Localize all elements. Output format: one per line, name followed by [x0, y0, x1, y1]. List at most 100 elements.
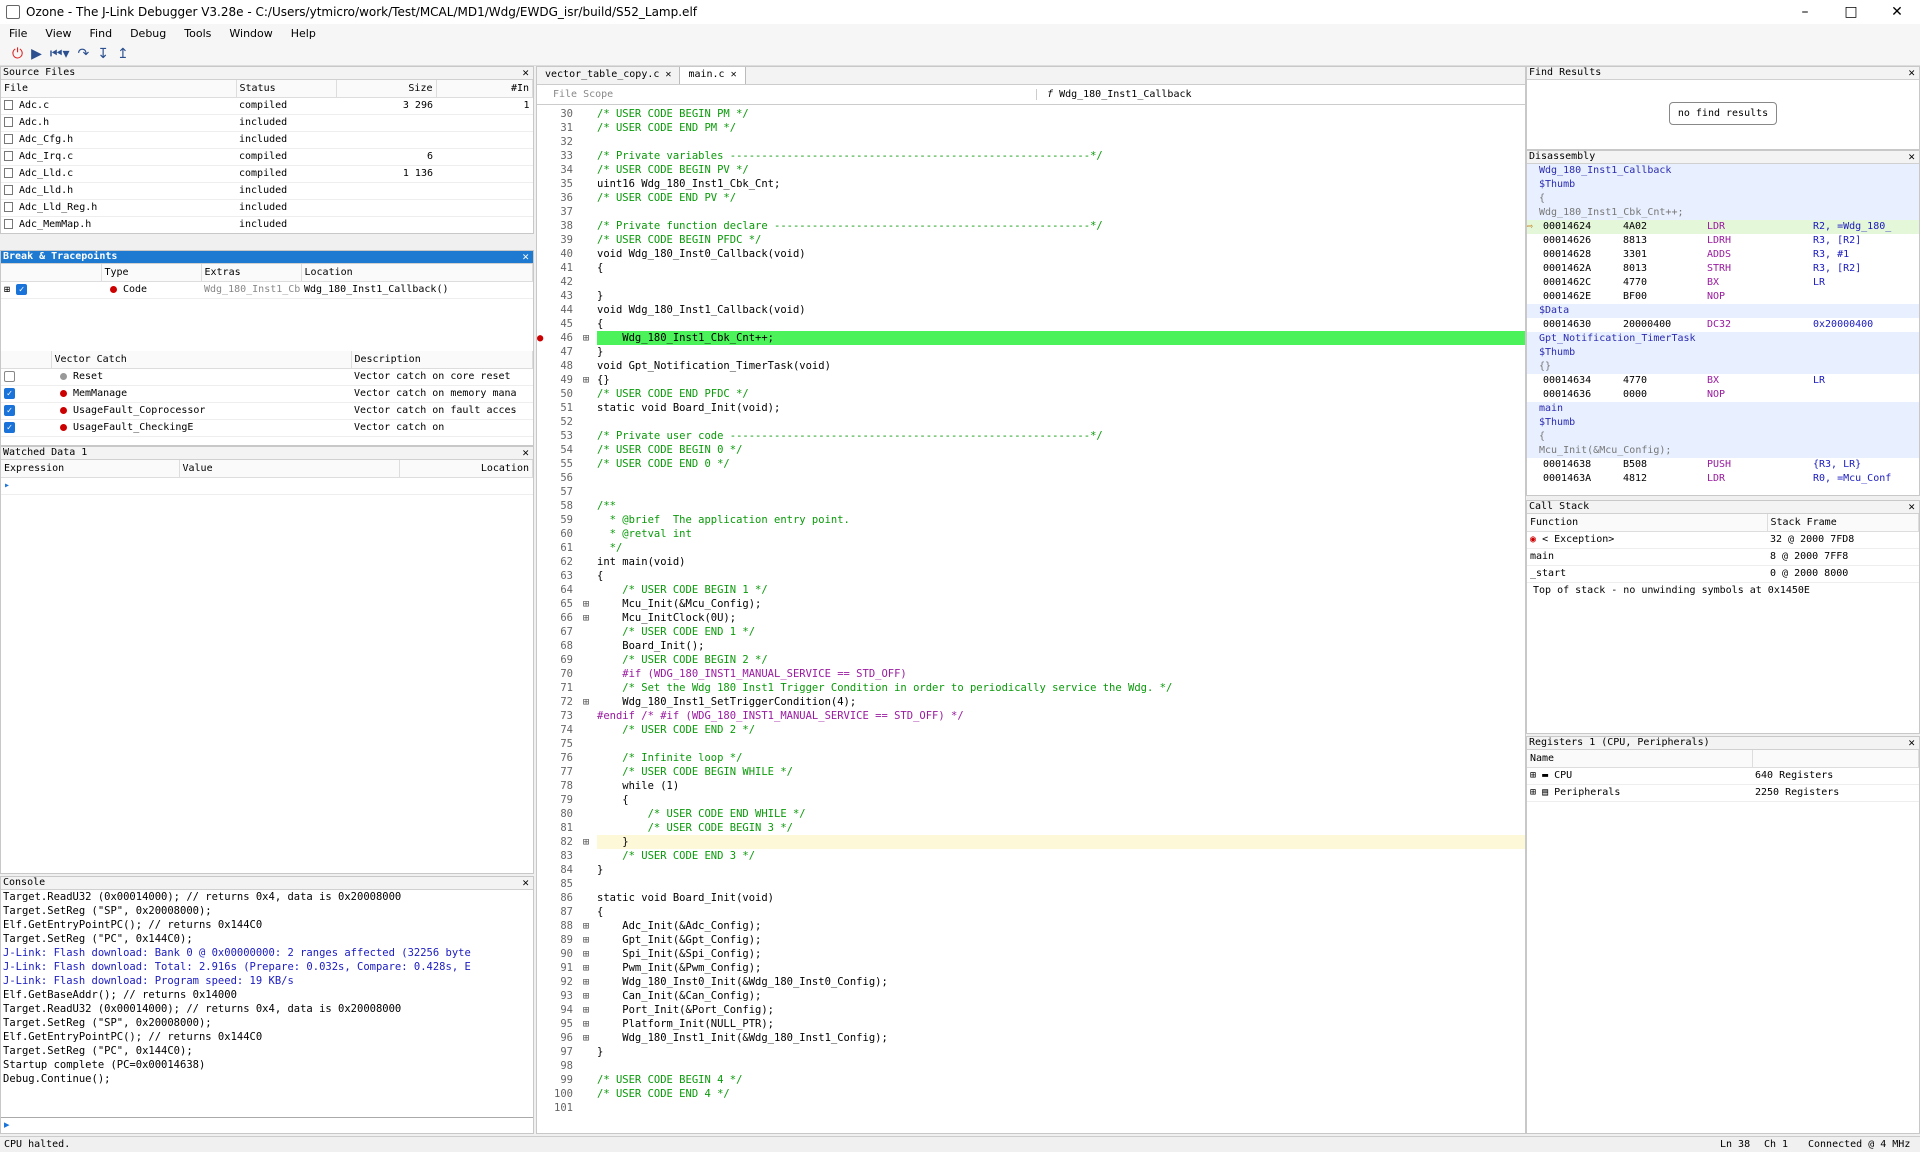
gutter[interactable] [537, 891, 545, 905]
register-group-row[interactable]: ⊞ ▤ Peripherals 2250 Registers [1527, 784, 1919, 802]
maximize-icon[interactable]: □ [1828, 4, 1874, 20]
gutter[interactable] [537, 485, 545, 499]
gutter[interactable] [537, 1059, 545, 1073]
disassembly-line[interactable]: 00014634 4770 BX LR [1527, 374, 1919, 388]
expand-icon[interactable] [575, 905, 597, 919]
column-header[interactable]: Name [1527, 750, 1753, 768]
gutter[interactable] [537, 163, 545, 177]
expand-icon[interactable] [575, 191, 597, 205]
code-line[interactable]: 91 ⊞ Pwm_Init(&Pwm_Config); [537, 961, 1525, 975]
disassembly-line[interactable]: Mcu_Init(&Mcu_Config); [1527, 444, 1919, 458]
disassembly-line[interactable]: 00014638 B508 PUSH {R3, LR} [1527, 458, 1919, 472]
gutter[interactable] [537, 975, 545, 989]
code-line[interactable]: 41 { [537, 261, 1525, 275]
code-line[interactable]: 75 [537, 737, 1525, 751]
expand-icon[interactable]: ⊞ [575, 331, 597, 345]
expand-icon[interactable] [575, 149, 597, 163]
expand-icon[interactable] [575, 401, 597, 415]
gutter[interactable] [537, 1101, 545, 1115]
expand-icon[interactable] [575, 737, 597, 751]
gutter[interactable] [537, 583, 545, 597]
close-icon[interactable]: ✕ [522, 447, 533, 459]
code-line[interactable]: 63 { [537, 569, 1525, 583]
expand-icon[interactable] [575, 877, 597, 891]
code-line[interactable]: 94 ⊞ Port_Init(&Port_Config); [537, 1003, 1525, 1017]
code-line[interactable]: 80 /* USER CODE END WHILE */ [537, 807, 1525, 821]
step-over-icon[interactable]: ↷ [78, 46, 90, 62]
code-line[interactable]: 65 ⊞ Mcu_Init(&Mcu_Config); [537, 597, 1525, 611]
code-line[interactable]: 74 /* USER CODE END 2 */ [537, 723, 1525, 737]
file-scope-select[interactable]: File Scope [537, 89, 1037, 100]
disassembly-line[interactable]: main [1527, 402, 1919, 416]
code-line[interactable]: 92 ⊞ Wdg_180_Inst0_Init(&Wdg_180_Inst0_Co… [537, 975, 1525, 989]
expand-icon[interactable]: ⊞ [575, 975, 597, 989]
expand-icon[interactable] [575, 1101, 597, 1115]
table-row[interactable]: Adc_Irq.c compiled 6 [1, 148, 533, 166]
expand-icon[interactable] [575, 1045, 597, 1059]
expand-icon[interactable] [575, 121, 597, 135]
vector-catch-row[interactable]: ✓ MemManage Vector catch on memory mana [1, 385, 533, 403]
code-line[interactable]: 33 /* Private variables -----------------… [537, 149, 1525, 163]
expand-icon[interactable]: ⊞ [1530, 787, 1536, 798]
code-line[interactable]: 89 ⊞ Gpt_Init(&Gpt_Config); [537, 933, 1525, 947]
gutter[interactable] [537, 303, 545, 317]
gutter[interactable] [537, 513, 545, 527]
column-header[interactable]: Value [179, 460, 400, 478]
gutter[interactable] [537, 233, 545, 247]
function-select[interactable]: f Wdg_180_Inst1_Callback [1037, 89, 1525, 100]
expand-icon[interactable] [575, 443, 597, 457]
code-line[interactable]: 53 /* Private user code -----------------… [537, 429, 1525, 443]
expand-icon[interactable] [575, 1087, 597, 1101]
expand-icon[interactable]: ⊞ [575, 961, 597, 975]
code-line[interactable]: 40 void Wdg_180_Inst0_Callback(void) [537, 247, 1525, 261]
close-icon[interactable]: ✕ [1908, 151, 1919, 163]
gutter[interactable] [537, 499, 545, 513]
gutter[interactable] [537, 765, 545, 779]
expand-icon[interactable] [575, 205, 597, 219]
expand-icon[interactable]: ⊞ [575, 1017, 597, 1031]
table-row[interactable]: Adc_Lld_Reg.h included [1, 199, 533, 217]
gutter[interactable] [537, 457, 545, 471]
code-line[interactable]: 68 Board_Init(); [537, 639, 1525, 653]
gutter[interactable] [537, 611, 545, 625]
column-header[interactable]: Description [351, 351, 533, 369]
code-line[interactable]: 69 /* USER CODE BEGIN 2 */ [537, 653, 1525, 667]
column-header[interactable]: Expression [1, 460, 180, 478]
gutter[interactable] [537, 401, 545, 415]
gutter[interactable] [537, 275, 545, 289]
menu-window[interactable]: Window [220, 27, 281, 40]
disassembly-line[interactable]: 0001462C 4770 BX LR [1527, 276, 1919, 290]
gutter[interactable] [537, 121, 545, 135]
close-icon[interactable]: ✕ [1874, 4, 1920, 20]
code-line[interactable]: 57 [537, 485, 1525, 499]
code-line[interactable]: 71 /* Set the Wdg 180 Inst1 Trigger Cond… [537, 681, 1525, 695]
reset-icon[interactable]: ⏮▾ [50, 46, 70, 62]
gutter[interactable] [537, 415, 545, 429]
gutter[interactable] [537, 177, 545, 191]
close-icon[interactable]: ✕ [522, 877, 533, 889]
expand-icon[interactable] [575, 527, 597, 541]
gutter[interactable] [537, 835, 545, 849]
gutter[interactable] [537, 569, 545, 583]
disassembly-line[interactable]: {} [1527, 360, 1919, 374]
code-line[interactable]: 93 ⊞ Can_Init(&Can_Config); [537, 989, 1525, 1003]
code-line[interactable]: 47} [537, 345, 1525, 359]
expand-icon[interactable] [575, 863, 597, 877]
expand-icon[interactable] [575, 849, 597, 863]
code-line[interactable]: 97} [537, 1045, 1525, 1059]
close-icon[interactable]: ✕ [522, 251, 533, 263]
register-group-row[interactable]: ⊞ ▬ CPU 640 Registers [1527, 767, 1919, 785]
expand-icon[interactable]: ⊞ [575, 947, 597, 961]
expand-icon[interactable] [575, 275, 597, 289]
code-line[interactable]: 70 #if (WDG_180_INST1_MANUAL_SERVICE == … [537, 667, 1525, 681]
disassembly-line[interactable]: $Thumb [1527, 178, 1919, 192]
code-line[interactable]: 83 /* USER CODE END 3 */ [537, 849, 1525, 863]
expand-icon[interactable] [575, 135, 597, 149]
code-line[interactable]: 49 ⊞{} [537, 373, 1525, 387]
gutter[interactable] [537, 709, 545, 723]
expand-icon[interactable]: ⊞ [1530, 770, 1536, 781]
disassembly-line[interactable]: $Data [1527, 304, 1919, 318]
table-row[interactable]: Adc.c compiled 3 296 1 [1, 97, 533, 115]
code-line[interactable]: 81 /* USER CODE BEGIN 3 */ [537, 821, 1525, 835]
expand-icon[interactable] [575, 415, 597, 429]
